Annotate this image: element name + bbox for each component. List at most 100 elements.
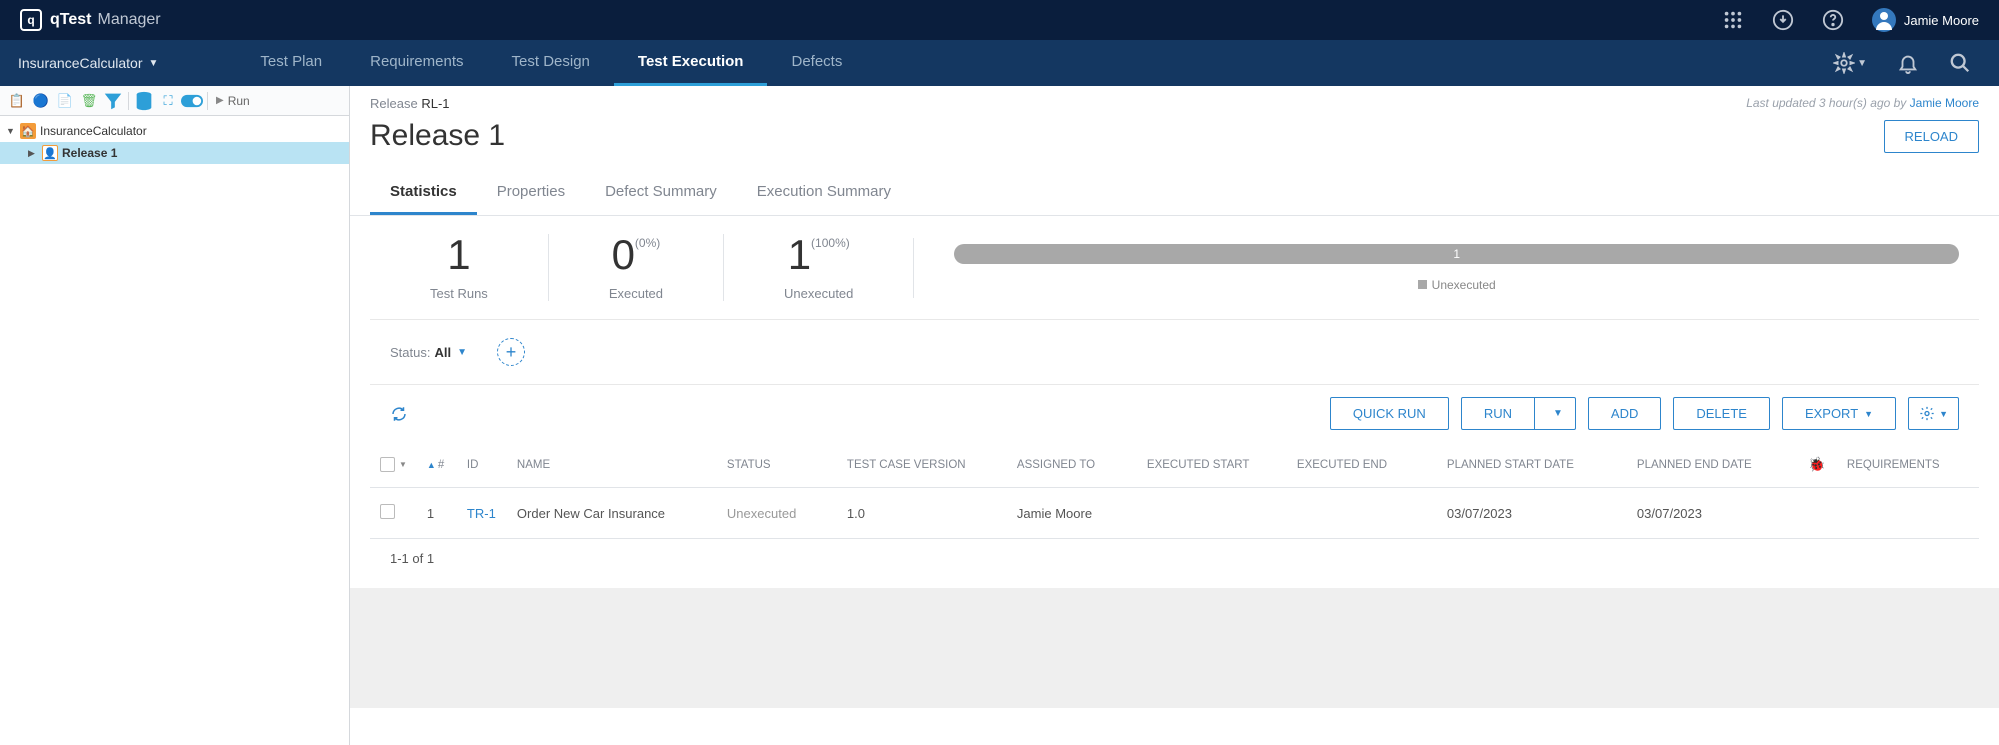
bell-icon[interactable]: [1897, 52, 1919, 74]
cell-exec-start: [1137, 488, 1287, 539]
col-status[interactable]: STATUS: [717, 442, 837, 488]
chevron-down-icon: ▼: [1857, 58, 1867, 69]
add-test-icon[interactable]: 📄: [54, 90, 76, 112]
toggle-icon[interactable]: [181, 90, 203, 112]
row-checkbox[interactable]: [380, 504, 395, 519]
col-plan-start[interactable]: PLANNED START DATE: [1437, 442, 1627, 488]
apps-icon[interactable]: [1722, 9, 1744, 31]
export-button[interactable]: EXPORT ▼: [1782, 397, 1896, 430]
last-updated-user-link[interactable]: Jamie Moore: [1910, 96, 1979, 110]
chart-area: 1 Unexecuted: [914, 244, 1959, 292]
col-exec-start[interactable]: EXECUTED START: [1137, 442, 1287, 488]
separator: [207, 92, 208, 110]
sidebar: 📋 🔵 📄 🗑 ⛶ ▶ Run ▼ 🏠: [0, 86, 350, 745]
collapse-icon[interactable]: ▼: [6, 126, 16, 136]
col-tcv[interactable]: TEST CASE VERSION: [837, 442, 1007, 488]
col-id[interactable]: ID: [457, 442, 507, 488]
execution-bar: 1: [954, 244, 1959, 264]
cell-name: Order New Car Insurance: [507, 488, 717, 539]
nav-right: ▼: [1833, 52, 1999, 74]
breadcrumb: Release RL-1: [370, 96, 450, 111]
bug-icon: 🐞: [1808, 456, 1825, 472]
legend: Unexecuted: [954, 278, 1959, 292]
select-all-checkbox[interactable]: ▼: [380, 457, 407, 472]
cell-exec-end: [1287, 488, 1437, 539]
run-label: Run: [228, 94, 250, 108]
add-filter-button[interactable]: +: [497, 338, 525, 366]
col-req[interactable]: REQUIREMENTS: [1837, 442, 1979, 488]
tree-root[interactable]: ▼ 🏠 InsuranceCalculator: [0, 120, 349, 142]
delete-button[interactable]: DELETE: [1673, 397, 1770, 430]
add-button[interactable]: ADD: [1588, 397, 1661, 430]
nav-tab-testexecution[interactable]: Test Execution: [614, 40, 768, 86]
tree-root-label: InsuranceCalculator: [40, 124, 147, 138]
col-exec-end[interactable]: EXECUTED END: [1287, 442, 1437, 488]
nav-bar: InsuranceCalculator ▼ Test Plan Requirem…: [0, 40, 1999, 86]
logo-brand: qTest: [50, 11, 91, 28]
col-num[interactable]: ▲#: [417, 442, 457, 488]
status-filter-row: Status: All ▼ +: [370, 320, 1979, 384]
release-icon: 👤: [42, 145, 58, 161]
col-assigned[interactable]: ASSIGNED TO: [1007, 442, 1137, 488]
chevron-down-icon: ▼: [149, 58, 159, 69]
filter-icon[interactable]: [102, 90, 124, 112]
tree: ▼ 🏠 InsuranceCalculator ▶ 👤 Release 1: [0, 116, 349, 168]
pagination: 1-1 of 1: [370, 539, 1979, 578]
help-icon[interactable]: [1822, 9, 1844, 31]
title-row: Release 1 RELOAD: [350, 111, 1999, 171]
table-settings-button[interactable]: ▼: [1908, 397, 1959, 430]
user-menu[interactable]: Jamie Moore: [1872, 8, 1979, 32]
db-icon[interactable]: [133, 90, 155, 112]
nav-tab-defects[interactable]: Defects: [767, 40, 866, 86]
main: 📋 🔵 📄 🗑 ⛶ ▶ Run ▼ 🏠: [0, 86, 1999, 745]
chevron-down-icon[interactable]: ▼: [399, 460, 407, 469]
new-cycle-icon[interactable]: 🔵: [30, 90, 52, 112]
cell-tcv: 1.0: [837, 488, 1007, 539]
empty-area: [350, 588, 1999, 708]
run-button[interactable]: RUN ▼: [1461, 397, 1576, 430]
legend-square: [1418, 280, 1427, 289]
col-plan-end[interactable]: PLANNED END DATE: [1627, 442, 1797, 488]
expand-icon[interactable]: ▶: [28, 148, 38, 159]
separator: [128, 92, 129, 110]
delete-icon[interactable]: 🗑: [78, 90, 100, 112]
stat-testruns: 1 Test Runs: [390, 234, 549, 301]
reload-button[interactable]: RELOAD: [1884, 120, 1979, 153]
stat-executed: 0(0%) Executed: [549, 234, 724, 301]
tab-statistics[interactable]: Statistics: [370, 171, 477, 215]
last-updated: Last updated 3 hour(s) ago by Jamie Moor…: [1746, 96, 1979, 110]
status-value[interactable]: All: [434, 345, 451, 360]
quick-run-button[interactable]: QUICK RUN: [1330, 397, 1449, 430]
nav-tab-requirements[interactable]: Requirements: [346, 40, 487, 86]
chevron-down-icon[interactable]: ▼: [1541, 400, 1575, 427]
col-defects[interactable]: 🐞: [1797, 442, 1837, 488]
cell-status: Unexecuted: [727, 506, 796, 521]
sidebar-toolbar: 📋 🔵 📄 🗑 ⛶ ▶ Run: [0, 86, 349, 116]
nav-tab-testplan[interactable]: Test Plan: [236, 40, 346, 86]
project-dropdown[interactable]: InsuranceCalculator ▼: [0, 55, 176, 71]
cell-num: 1: [417, 488, 457, 539]
table-row[interactable]: 1 TR-1 Order New Car Insurance Unexecute…: [370, 488, 1979, 539]
new-suite-icon[interactable]: 📋: [6, 90, 28, 112]
chevron-down-icon[interactable]: ▼: [457, 347, 467, 358]
status-label: Status:: [390, 345, 430, 360]
expand-icon[interactable]: ⛶: [157, 90, 179, 112]
tab-execution-summary[interactable]: Execution Summary: [737, 171, 911, 215]
page-title: Release 1: [370, 119, 505, 153]
tree-release[interactable]: ▶ 👤 Release 1: [0, 142, 349, 164]
settings-dropdown[interactable]: ▼: [1833, 52, 1867, 74]
logo[interactable]: q qTestManager: [20, 9, 161, 31]
nav-tab-testdesign[interactable]: Test Design: [488, 40, 614, 86]
tab-properties[interactable]: Properties: [477, 171, 585, 215]
content: Last updated 3 hour(s) ago by Jamie Moor…: [350, 86, 1999, 745]
cell-id-link[interactable]: TR-1: [467, 506, 496, 521]
action-buttons: QUICK RUN RUN ▼ ADD DELETE EXPORT ▼ ▼: [1330, 397, 1959, 430]
download-icon[interactable]: [1772, 9, 1794, 31]
search-icon[interactable]: [1949, 52, 1971, 74]
tab-defect-summary[interactable]: Defect Summary: [585, 171, 737, 215]
top-header: q qTestManager Jamie Moore: [0, 0, 1999, 40]
release-header: Last updated 3 hour(s) ago by Jamie Moor…: [350, 86, 1999, 111]
run-button[interactable]: ▶ Run: [216, 94, 250, 108]
col-name[interactable]: NAME: [507, 442, 717, 488]
refresh-icon[interactable]: [390, 405, 408, 423]
